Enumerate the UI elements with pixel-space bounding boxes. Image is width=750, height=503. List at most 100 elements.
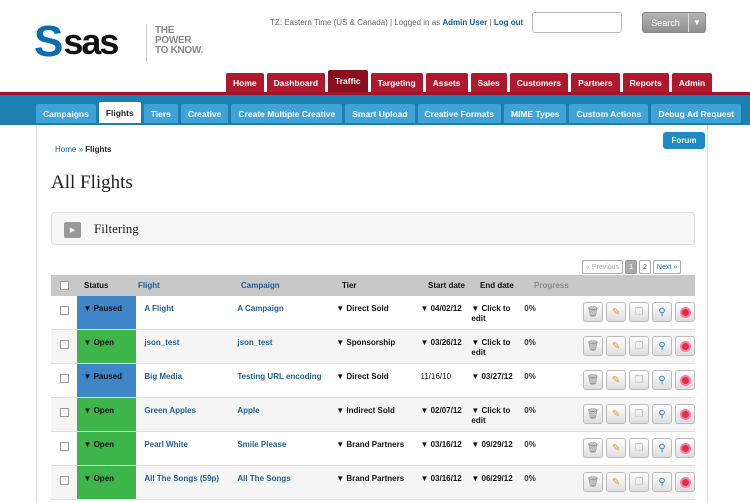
col-end-date[interactable]: End date [480,281,534,291]
breadcrumb-home[interactable]: Home [55,145,76,154]
pencil-icon[interactable]: ✎ [606,472,627,492]
tab-smart-upload[interactable]: Smart Upload [345,104,415,123]
stop-icon[interactable] [675,472,696,492]
trash-icon[interactable]: 🗑 [583,438,604,458]
end-date[interactable]: ▼ Click to edit [471,296,524,329]
campaign-link[interactable]: json_test [237,330,336,363]
search-input[interactable] [532,12,622,33]
row-checkbox[interactable] [59,306,69,315]
col-campaign[interactable]: Campaign [241,281,342,290]
triangle-down-icon[interactable]: ▼ [689,18,705,27]
pencil-icon[interactable]: ✎ [606,336,627,356]
user-link[interactable]: Admin User [442,18,487,27]
tier-dropdown[interactable]: ▼ Brand Partners [336,432,420,465]
tab-flights[interactable]: Flights [98,102,141,123]
status-dropdown[interactable]: ▼ Paused [77,296,137,329]
tier-dropdown[interactable]: ▼ Brand Partners [336,466,420,499]
start-date[interactable]: ▼ 03/16/12 [420,466,471,499]
end-date[interactable]: ▼ Click to edit [471,398,524,431]
tab-debug-ad-request[interactable]: Debug Ad Request [651,104,742,123]
stop-icon[interactable] [675,438,696,458]
campaign-link[interactable]: Smile Please [237,432,336,465]
flight-link[interactable]: Green Apples [136,398,237,431]
nav-dashboard[interactable]: Dashboard [266,73,326,92]
tab-mime-types[interactable]: MIME Types [503,104,567,123]
magnifier-icon[interactable]: ⚲ [652,370,673,390]
start-date[interactable]: ▼ 04/02/12 [420,296,471,329]
row-checkbox[interactable] [59,408,69,417]
campaign-link[interactable]: All The Songs [237,466,336,499]
pencil-icon[interactable]: ✎ [606,404,627,424]
logout-link[interactable]: Log out [494,18,523,27]
select-all-checkbox[interactable] [60,281,69,290]
tier-dropdown[interactable]: ▼ Direct Sold [336,364,420,397]
start-date[interactable]: ▼ 02/07/12 [420,398,471,431]
flight-link[interactable]: All The Songs (59p) [136,466,237,499]
copy-icon[interactable]: ❐ [629,336,650,356]
magnifier-icon[interactable]: ⚲ [652,472,673,492]
tab-custom-actions[interactable]: Custom Actions [569,104,649,123]
play-icon[interactable]: ▶ [64,222,81,238]
pencil-icon[interactable]: ✎ [606,438,627,458]
magnifier-icon[interactable]: ⚲ [652,336,673,356]
status-dropdown[interactable]: ▼ Open [77,330,137,363]
tab-creative-formats[interactable]: Creative Formats [417,104,501,123]
flight-link[interactable]: A Flight [136,296,237,329]
end-date[interactable]: ▼ Click to edit [471,330,524,363]
row-checkbox[interactable] [59,442,69,451]
nav-home[interactable]: Home [226,73,264,92]
trash-icon[interactable]: 🗑 [583,302,604,322]
copy-icon[interactable]: ❐ [629,472,650,492]
start-date[interactable]: 11/16/10 [420,364,471,397]
nav-targeting[interactable]: Targeting [370,73,423,92]
nav-traffic[interactable]: Traffic [328,70,368,92]
row-checkbox[interactable] [59,340,69,349]
campaign-link[interactable]: A Campaign [237,296,336,329]
row-checkbox[interactable] [59,374,69,383]
next-page-button[interactable]: Next » [652,260,682,274]
col-start-date[interactable]: Start date [428,281,480,290]
nav-reports[interactable]: Reports [622,73,669,92]
magnifier-icon[interactable]: ⚲ [652,404,673,424]
status-dropdown[interactable]: ▼ Open [77,466,137,499]
stop-icon[interactable] [675,370,696,390]
tab-campaigns[interactable]: Campaigns [36,104,96,123]
magnifier-icon[interactable]: ⚲ [652,302,673,322]
status-dropdown[interactable]: ▼ Open [77,398,137,431]
tier-dropdown[interactable]: ▼ Direct Sold [336,296,420,329]
start-date[interactable]: ▼ 03/16/12 [420,432,471,465]
nav-customers[interactable]: Customers [509,73,569,92]
start-date[interactable]: ▼ 03/26/12 [420,330,471,363]
nav-assets[interactable]: Assets [425,73,468,92]
status-dropdown[interactable]: ▼ Open [77,432,137,465]
trash-icon[interactable]: 🗑 [583,336,604,356]
campaign-link[interactable]: Apple [237,398,336,431]
copy-icon[interactable]: ❐ [629,438,650,458]
tab-create-multiple-creative[interactable]: Create Multiple Creative [231,104,343,123]
campaign-link[interactable]: Testing URL encoding [237,364,336,397]
stop-icon[interactable] [675,302,696,322]
prev-page-button[interactable]: « Previous [582,260,624,274]
page-2-button[interactable]: 2 [638,260,651,274]
tier-dropdown[interactable]: ▼ Indirect Sold [336,398,420,431]
row-checkbox[interactable] [59,476,69,485]
copy-icon[interactable]: ❐ [629,302,650,322]
pencil-icon[interactable]: ✎ [606,370,627,390]
col-flight[interactable]: Flight [138,281,241,290]
trash-icon[interactable]: 🗑 [583,404,604,424]
nav-partners[interactable]: Partners [571,73,620,92]
forum-button[interactable]: Forum [663,132,705,149]
sas-logo[interactable]: S sas THE POWER TO KNOW. [34,20,203,64]
nav-admin[interactable]: Admin [671,73,713,92]
trash-icon[interactable]: 🗑 [583,472,604,492]
flight-link[interactable]: json_test [136,330,237,363]
end-date[interactable]: ▼ 06/29/12 [471,466,524,499]
col-status[interactable]: Status [78,281,138,290]
tab-tiers[interactable]: Tiers [143,104,178,123]
flight-link[interactable]: Big Media [136,364,237,397]
col-tier[interactable]: Tier [342,281,428,290]
magnifier-icon[interactable]: ⚲ [652,438,673,458]
filter-label[interactable]: Filtering [94,221,139,237]
nav-sales[interactable]: Sales [470,73,507,92]
flight-link[interactable]: Pearl White [136,432,237,465]
